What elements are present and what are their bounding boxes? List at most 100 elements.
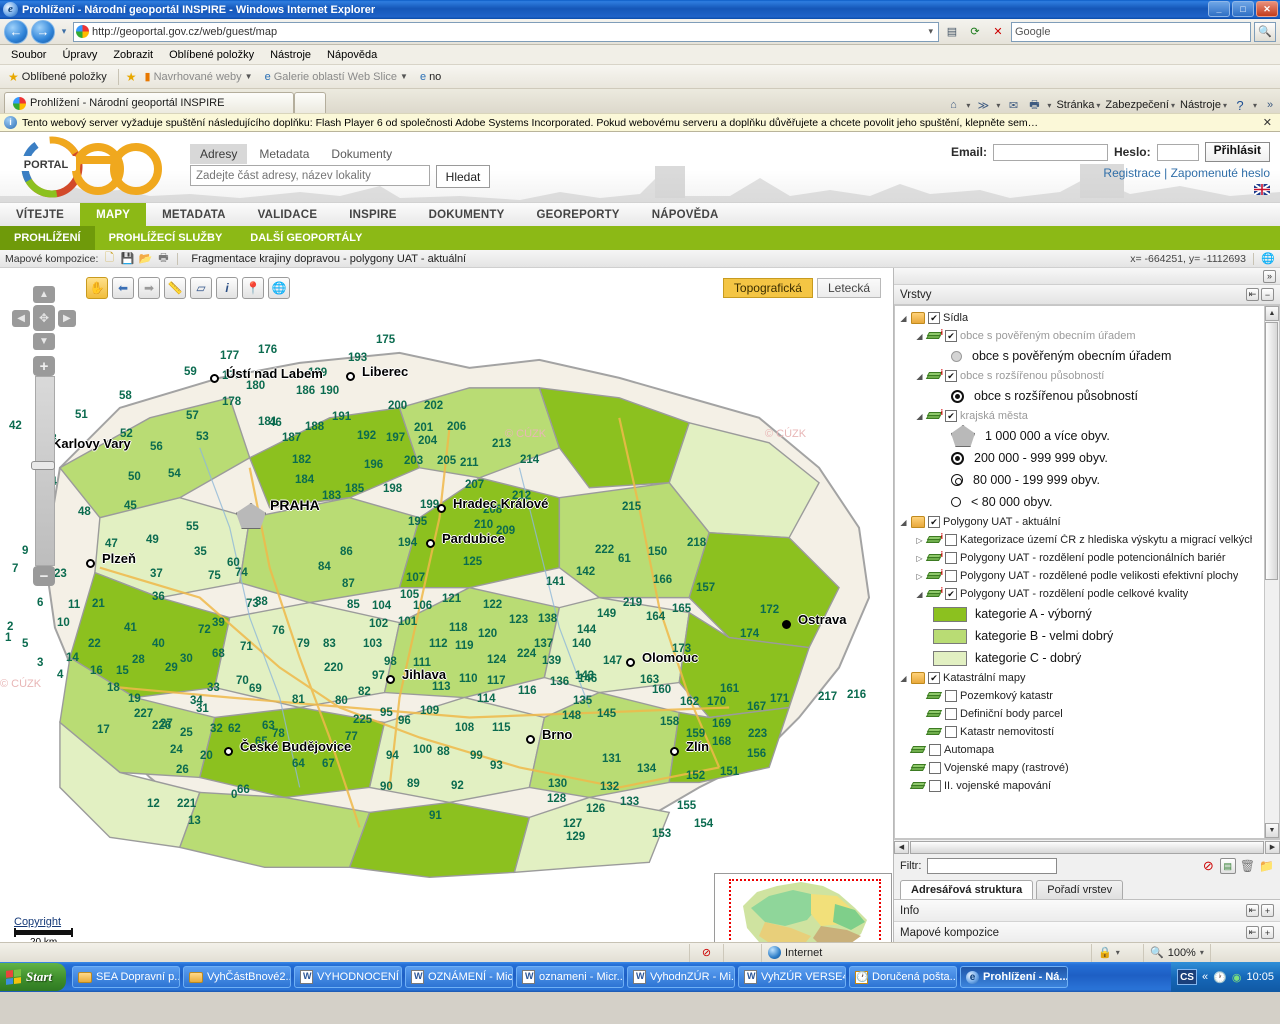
layer-tree-row[interactable]: ◢ ✔ Katastrální mapy xyxy=(899,669,1279,687)
open-folder-icon[interactable]: 📂 xyxy=(138,252,153,266)
maximize-button[interactable]: □ xyxy=(1232,1,1254,17)
portal-search-input[interactable] xyxy=(190,165,430,186)
url-dropdown-icon[interactable]: ▾ xyxy=(928,26,936,37)
layer-tree-row[interactable]: ◢ ✔ Polygony UAT - aktuální xyxy=(899,513,1279,531)
layer-tree-row[interactable]: Definiční body parcel xyxy=(899,705,1279,723)
layer-tree-row[interactable]: ◢ i ✔ obce s rozšířenou působností xyxy=(899,367,1279,385)
filter-input[interactable] xyxy=(927,858,1058,874)
scroll-down-button[interactable]: ▼ xyxy=(1265,823,1279,838)
layer-legend-row[interactable]: 1 000 000 a více obyv. xyxy=(899,425,1279,447)
status-protected-mode[interactable]: 🔒 ▾ xyxy=(1092,943,1144,962)
save-icon[interactable]: 💾 xyxy=(120,252,135,266)
nav-metadata[interactable]: METADATA xyxy=(146,203,242,226)
layer-checkbox[interactable]: ✔ xyxy=(945,410,957,422)
layer-legend-row[interactable]: kategorie A - výborný xyxy=(899,603,1279,625)
forgot-password-link[interactable]: Zapomenuté heslo xyxy=(1171,166,1270,180)
taskbar-item[interactable]: 🕐 Doručená pošta... xyxy=(849,966,958,988)
pan-tool-button[interactable]: ✋ xyxy=(86,277,108,299)
register-link[interactable]: Registrace xyxy=(1103,166,1160,180)
compatibility-view-icon[interactable]: ▤ xyxy=(942,22,962,42)
scroll-thumb[interactable] xyxy=(1265,322,1278,580)
pan-left-button[interactable]: ◀ xyxy=(12,309,31,327)
favbar-item-no[interactable]: e no xyxy=(416,70,445,84)
browser-tab-geoportal[interactable]: Prohlížení - Národní geoportál INSPIRE xyxy=(4,92,294,113)
layer-checkbox[interactable] xyxy=(929,744,941,756)
back-button[interactable]: ← xyxy=(4,19,28,44)
add-favorite-icon[interactable]: ★ xyxy=(126,70,137,84)
scroll-right-button[interactable]: ▶ xyxy=(1265,840,1280,854)
layer-tree-row[interactable]: Katastr nemovitostí xyxy=(899,723,1279,741)
add-folder-icon[interactable]: 📁 xyxy=(1259,859,1274,873)
pan-zoom-control[interactable]: ▲ ◀ ✥ ▶ ▼ + − xyxy=(12,286,77,586)
info-bar-close-icon[interactable]: ✕ xyxy=(1263,116,1276,129)
layer-tree-row[interactable]: Pozemkový katastr xyxy=(899,687,1279,705)
export-icon[interactable]: 🌐 xyxy=(1261,252,1275,266)
collapsed-arrow-icon[interactable]: ▷ xyxy=(915,536,924,545)
dock-panel-icon[interactable]: ⇤ xyxy=(1246,904,1259,917)
command-page[interactable]: Stránka ▾ xyxy=(1056,99,1100,111)
taskbar-item[interactable]: VyhZÚR VERSE4... xyxy=(738,966,847,988)
copyright-link[interactable]: Copyright xyxy=(14,916,61,928)
delete-icon[interactable]: 🗑 xyxy=(1240,859,1255,873)
properties-icon[interactable]: ▤ xyxy=(1219,858,1236,874)
chevron-down-icon[interactable]: ▾ xyxy=(996,101,1000,110)
identify-tool-button[interactable]: i xyxy=(216,277,238,299)
portal-search-button[interactable]: Hledat xyxy=(436,165,490,188)
expanded-arrow-icon[interactable]: ◢ xyxy=(899,314,908,323)
layer-legend-row[interactable]: < 80 000 obyv. xyxy=(899,491,1279,513)
expand-panel-icon[interactable]: + xyxy=(1261,904,1274,917)
layer-tree-row[interactable]: ▷ i Polygony UAT - rozdělené podle velikos… xyxy=(899,567,1279,585)
forward-tool-button[interactable]: ➡ xyxy=(138,277,160,299)
geoportal-logo[interactable]: PORTAL xyxy=(8,136,168,198)
layer-checkbox[interactable]: ✔ xyxy=(945,370,957,382)
new-composition-icon[interactable]: 🗋 xyxy=(102,252,116,266)
layer-checkbox[interactable]: ✔ xyxy=(928,312,940,324)
layer-tree-horizontal-scrollbar[interactable]: ◀ ▶ xyxy=(894,839,1280,854)
layer-checkbox[interactable]: ✔ xyxy=(928,672,940,684)
recent-pages-dropdown-icon[interactable]: ▾ xyxy=(58,26,70,37)
search-icon[interactable]: 🔍 xyxy=(1254,21,1276,42)
layer-checkbox[interactable]: ✔ xyxy=(945,588,957,600)
basemap-letecka[interactable]: Letecká xyxy=(816,278,881,298)
menu-soubor[interactable]: Soubor xyxy=(4,47,53,63)
dock-panel-icon[interactable]: ⇤ xyxy=(1246,926,1259,939)
status-popup-blocker-icon[interactable]: ⊘ xyxy=(690,943,724,962)
nav-georeporty[interactable]: GEOREPORTY xyxy=(521,203,636,226)
nav-mapy[interactable]: MAPY xyxy=(80,203,147,226)
language-flag-icon[interactable] xyxy=(1254,184,1270,195)
chevron-down-icon[interactable]: ▾ xyxy=(966,101,970,110)
layer-tree-row[interactable]: Vojenské mapy (rastrové) xyxy=(899,759,1279,777)
layer-tree-row[interactable]: ◢ i ✔ obce s pověřeným obecním úřadem xyxy=(899,327,1279,345)
layer-checkbox[interactable] xyxy=(945,708,957,720)
nav-dokumenty[interactable]: DOKUMENTY xyxy=(413,203,521,226)
expanded-arrow-icon[interactable]: ◢ xyxy=(899,518,908,527)
no-entry-icon[interactable]: ⊘ xyxy=(1203,858,1214,874)
layer-checkbox[interactable] xyxy=(945,726,957,738)
password-field[interactable] xyxy=(1156,143,1199,161)
taskbar-item[interactable]: VyhČástBnové2... xyxy=(183,966,292,988)
layer-legend-row[interactable]: 80 000 - 199 999 obyv. xyxy=(899,469,1279,491)
minimize-panel-icon[interactable]: − xyxy=(1261,288,1274,301)
measure-line-tool-button[interactable]: 📏 xyxy=(164,277,186,299)
tab-adresarova-struktura[interactable]: Adresářová struktura xyxy=(900,880,1034,899)
zoom-slider-track[interactable] xyxy=(34,376,55,566)
help-icon[interactable]: ? xyxy=(1232,98,1248,113)
layer-checkbox[interactable]: ✔ xyxy=(945,330,957,342)
refresh-icon[interactable]: ⟳ xyxy=(965,22,985,42)
layer-tree-container[interactable]: ◢ ✔ Sídla ◢ i ✔ obce s pověřeným obecním úřade… xyxy=(894,305,1280,839)
map-viewport[interactable]: © CÚZK © CÚZK © CÚZK 42 51 58 59 177 176 175 19… xyxy=(0,268,894,942)
nav-vitejte[interactable]: VÍTEJTE xyxy=(0,203,80,226)
expanded-arrow-icon[interactable]: ◢ xyxy=(915,372,924,381)
layer-legend-row[interactable]: kategorie C - dobrý xyxy=(899,647,1279,669)
expanded-arrow-icon[interactable]: ◢ xyxy=(915,412,924,421)
stop-icon[interactable]: ✕ xyxy=(988,22,1008,42)
search-tab-metadata[interactable]: Metadata xyxy=(249,144,319,164)
status-zone[interactable]: Internet xyxy=(762,943,1092,962)
menu-nastroje[interactable]: Nástroje xyxy=(263,47,318,63)
globe-tool-button[interactable]: 🌐 xyxy=(268,277,290,299)
taskbar-item[interactable]: SEA Dopravní p... xyxy=(72,966,181,988)
basemap-topograficka[interactable]: Topografická xyxy=(722,278,813,298)
favbar-item-webslice-gallery[interactable]: e Galerie oblastí Web Slice ▼ xyxy=(261,70,412,84)
pan-center-button[interactable]: ✥ xyxy=(33,305,55,331)
login-button[interactable]: Přihlásit xyxy=(1204,142,1270,162)
